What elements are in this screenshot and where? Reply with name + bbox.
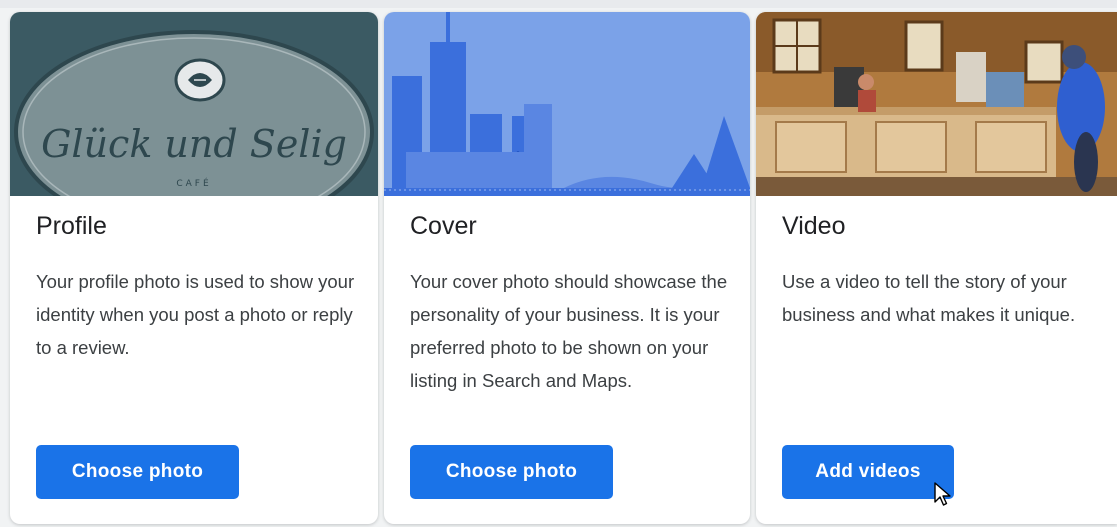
pointer-arrow-icon: [934, 482, 951, 506]
cafe-logo-image: Glück und Selig CAFÉ: [10, 12, 378, 196]
logo-text: Glück und Selig: [41, 122, 347, 166]
video-image: [756, 12, 1117, 196]
cover-image: [384, 12, 750, 196]
card-description: Your profile photo is used to show your …: [36, 271, 355, 358]
card-description: Use a video to tell the story of your bu…: [782, 271, 1076, 325]
card-title: Cover: [410, 212, 477, 240]
choose-cover-photo-button[interactable]: Choose photo: [410, 445, 613, 499]
logo-subtext: CAFÉ: [176, 177, 211, 189]
profile-image: Glück und Selig CAFÉ: [10, 12, 378, 196]
profile-card: Glück und Selig CAFÉ Profile Your profil…: [10, 12, 378, 524]
add-videos-button[interactable]: Add videos: [782, 445, 954, 499]
shop-interior-photo: [756, 12, 1117, 196]
card-title: Profile: [36, 212, 107, 240]
choose-profile-photo-button[interactable]: Choose photo: [36, 445, 239, 499]
top-divider: [0, 0, 1117, 8]
city-skyline-illustration: [384, 12, 750, 196]
cover-card: Cover Your cover photo should showcase t…: [384, 12, 750, 524]
video-card: Video Use a video to tell the story of y…: [756, 12, 1117, 524]
card-description: Your cover photo should showcase the per…: [410, 271, 728, 391]
card-title: Video: [782, 212, 846, 240]
